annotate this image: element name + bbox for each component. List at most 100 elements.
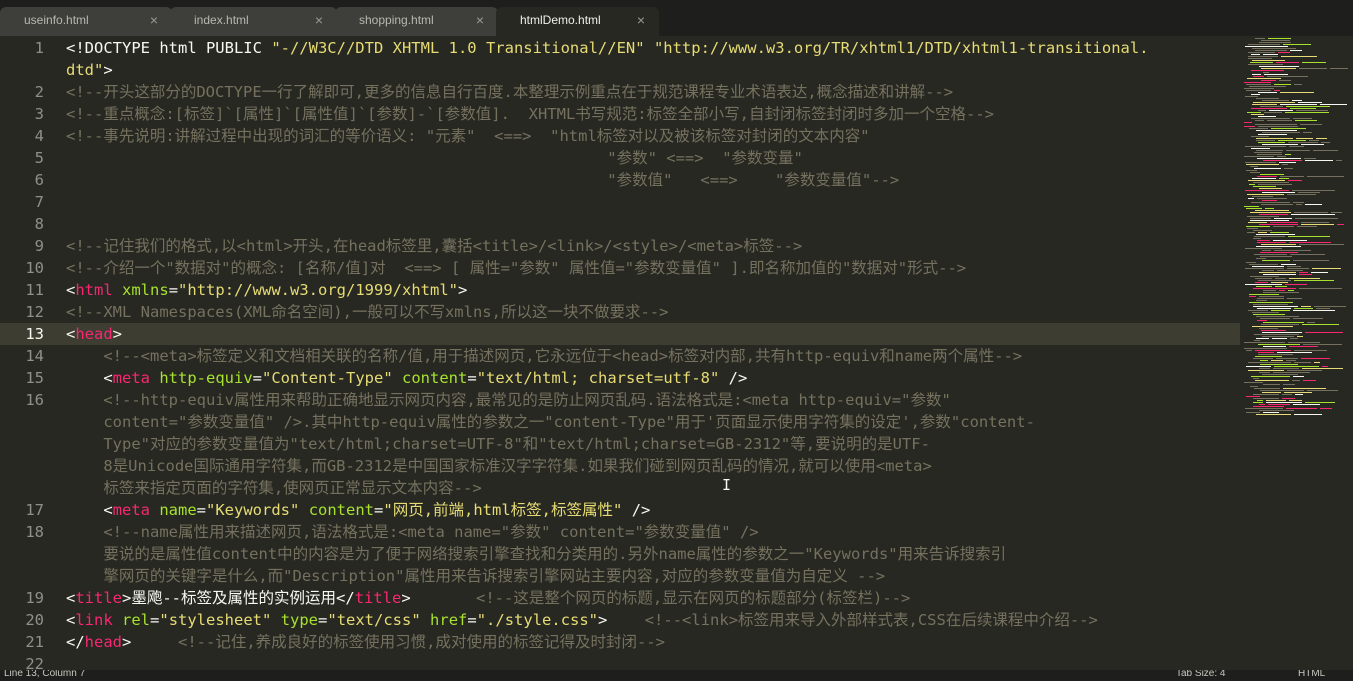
code-line[interactable]: "参数值" <==> "参数变量值"--> bbox=[66, 169, 899, 191]
minimap-stroke bbox=[1253, 394, 1279, 395]
code-line[interactable]: <!--开头这部分的DOCTYPE一行了解即可,更多的信息自行百度.本整理示例重… bbox=[66, 81, 953, 103]
minimap-stroke bbox=[1246, 208, 1262, 209]
tab-useinfo-html[interactable]: useinfo.html × bbox=[0, 7, 172, 36]
minimap-stroke bbox=[1288, 236, 1330, 237]
line-number: 3 bbox=[34, 105, 44, 123]
code-line[interactable]: content="参数变量值" />.其中http-equiv属性的参数之一"c… bbox=[66, 411, 1035, 433]
minimap-stroke bbox=[1293, 118, 1312, 119]
tab-shopping-html[interactable]: shopping.html × bbox=[335, 7, 498, 36]
code-line[interactable]: Type"对应的参数变量值为"text/html;charset=UTF-8"和… bbox=[66, 433, 930, 455]
code-line[interactable]: <link rel="stylesheet" type="text/css" h… bbox=[66, 609, 1098, 631]
minimap-stroke bbox=[1297, 336, 1303, 337]
tab-index-html[interactable]: index.html × bbox=[170, 7, 337, 36]
code-line[interactable]: "参数" <==> "参数变量" bbox=[66, 147, 803, 169]
code-line[interactable]: <meta http-equiv="Content-Type" content=… bbox=[66, 367, 747, 389]
minimap-stroke bbox=[1253, 238, 1261, 239]
code-token: <!--事先说明:讲解过程中出现的词汇的等价语义: "元素" <==> "htm… bbox=[66, 127, 870, 145]
minimap-stroke bbox=[1270, 222, 1298, 223]
minimap-stroke bbox=[1251, 94, 1260, 95]
code-line[interactable]: <!--http-equiv属性用来帮助正确地显示网页内容,最常见的是防止网页乱… bbox=[66, 389, 950, 411]
minimap[interactable] bbox=[1240, 36, 1353, 670]
code-line[interactable]: </head> <!--记住,养成良好的标签使用习惯,成对使用的标签记得及时封闭… bbox=[66, 631, 665, 653]
minimap-stroke bbox=[1291, 214, 1335, 215]
code-token: "参数值" <==> "参数变量值"--> bbox=[66, 171, 900, 189]
minimap-stroke bbox=[1271, 310, 1290, 311]
minimap-stroke bbox=[1299, 272, 1308, 273]
minimap-stroke bbox=[1303, 344, 1342, 345]
code-line[interactable]: <!--<meta>标签定义和文档相关联的名称/值,用于描述网页,它永远位于<h… bbox=[66, 345, 1022, 367]
tab-label: htmlDemo.html bbox=[520, 13, 601, 27]
line-number: 7 bbox=[34, 193, 44, 211]
minimap-stroke bbox=[1279, 178, 1289, 179]
minimap-stroke bbox=[1261, 204, 1293, 205]
syntax-indicator[interactable]: HTML bbox=[1298, 670, 1325, 679]
close-icon[interactable]: × bbox=[150, 11, 158, 29]
minimap-stroke bbox=[1260, 252, 1298, 253]
code-line[interactable]: <head> bbox=[66, 323, 122, 345]
minimap-stroke bbox=[1290, 254, 1325, 255]
minimap-stroke bbox=[1297, 226, 1317, 227]
minimap-stroke bbox=[1263, 72, 1269, 73]
minimap-stroke bbox=[1295, 218, 1338, 219]
minimap-stroke bbox=[1244, 342, 1285, 343]
code-token: content bbox=[402, 369, 468, 387]
code-line[interactable]: <!--事先说明:讲解过程中出现的词汇的等价语义: "元素" <==> "htm… bbox=[66, 125, 870, 147]
minimap-stroke bbox=[1273, 226, 1294, 227]
code-line[interactable]: <!--name属性用来描述网页,语法格式是:<meta name="参数" c… bbox=[66, 521, 758, 543]
tab-size-indicator[interactable]: Tab Size: 4 bbox=[1176, 670, 1225, 679]
minimap-stroke bbox=[1256, 286, 1272, 287]
minimap-stroke bbox=[1256, 98, 1279, 99]
code-line[interactable]: 8是Unicode国际通用字符集,而GB-2312是中国国家标准汉字字符集.如果… bbox=[66, 455, 931, 477]
code-line[interactable]: <!DOCTYPE html PUBLIC "-//W3C//DTD XHTML… bbox=[66, 37, 1149, 59]
minimap-stroke bbox=[1304, 158, 1316, 159]
minimap-stroke bbox=[1263, 274, 1296, 275]
code-token: href bbox=[430, 611, 468, 629]
line-number: 21 bbox=[25, 633, 44, 651]
code-line[interactable]: <title>墨飑--标签及属性的实例运用</title> <!--这是整个网页… bbox=[66, 587, 910, 609]
minimap-stroke bbox=[1279, 290, 1285, 291]
minimap-stroke bbox=[1292, 100, 1302, 101]
minimap-stroke bbox=[1298, 102, 1322, 103]
minimap-stroke bbox=[1294, 350, 1327, 351]
minimap-stroke bbox=[1249, 294, 1279, 295]
code-token: html bbox=[75, 281, 113, 299]
code-line[interactable]: <html xmlns="http://www.w3.org/1999/xhtm… bbox=[66, 279, 467, 301]
code-token: meta bbox=[112, 369, 150, 387]
minimap-stroke bbox=[1261, 68, 1296, 69]
minimap-stroke bbox=[1274, 366, 1319, 367]
code-line[interactable]: <!--重点概念:[标签]`[属性]`[属性值]`[参数]-`[参数值]. XH… bbox=[66, 103, 994, 125]
minimap-stroke bbox=[1259, 188, 1282, 189]
code-line[interactable]: <!--XML Namespaces(XML命名空间),一般可以不写xmlns,… bbox=[66, 301, 668, 323]
code-editor[interactable]: 1 2 3 4 5 6 7 8 9 10 11 12 13 14 15 16 17 18 19 20 21 22 <!DO… bbox=[0, 36, 1240, 670]
minimap-stroke bbox=[1250, 276, 1279, 277]
minimap-stroke bbox=[1293, 404, 1320, 405]
code-line[interactable]: <!--记住我们的格式,以<html>开头,在head标签里,囊括<title>… bbox=[66, 235, 802, 257]
code-line[interactable]: 标签来指定页面的字符集,使网页正常显示文本内容--> bbox=[66, 477, 481, 499]
minimap-stroke bbox=[1253, 288, 1296, 289]
minimap-stroke bbox=[1253, 306, 1298, 307]
minimap-stroke bbox=[1256, 258, 1266, 259]
code-token: Type"对应的参数变量值为"text/html;charset=UTF-8"和… bbox=[66, 435, 930, 453]
minimap-stroke bbox=[1253, 76, 1264, 77]
minimap-stroke bbox=[1259, 372, 1270, 373]
minimap-stroke bbox=[1268, 38, 1291, 39]
minimap-stroke bbox=[1262, 200, 1277, 201]
minimap-stroke bbox=[1253, 304, 1288, 305]
code-line[interactable]: dtd"> bbox=[66, 59, 113, 81]
code-token: = bbox=[467, 611, 477, 629]
minimap-stroke bbox=[1280, 176, 1304, 177]
close-icon[interactable]: × bbox=[476, 11, 484, 29]
minimap-stroke bbox=[1262, 250, 1271, 251]
code-line[interactable]: 要说的是属性值content中的内容是为了便于网络搜索引擎查找和分类用的.另外n… bbox=[66, 543, 1006, 565]
tab-htmldemo-html[interactable]: htmlDemo.html × bbox=[496, 7, 659, 36]
close-icon[interactable]: × bbox=[637, 11, 645, 29]
code-line[interactable]: <meta name="Keywords" content="网页,前端,htm… bbox=[66, 499, 650, 521]
code-area[interactable]: <!DOCTYPE html PUBLIC "-//W3C//DTD XHTML… bbox=[66, 36, 1236, 670]
minimap-stroke bbox=[1294, 362, 1311, 363]
close-icon[interactable]: × bbox=[315, 11, 323, 29]
code-line[interactable]: 擎网页的关键字是什么,而"Description"属性用来告诉搜索引擎网站主要内… bbox=[66, 565, 885, 587]
code-token: "http://www.w3.org/1999/xhtml" bbox=[178, 281, 458, 299]
code-line[interactable]: <!--介绍一个"数据对"的概念: [名称/值]对 <==> [ 属性="参数"… bbox=[66, 257, 966, 279]
